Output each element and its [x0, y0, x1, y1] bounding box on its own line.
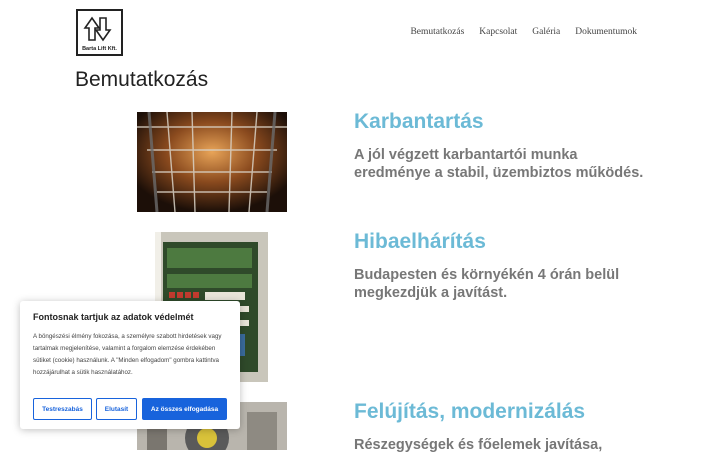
section-text-felujitas: Részegységek és főelemek javítása,: [354, 437, 603, 453]
company-logo[interactable]: Barta Lift Kft.: [76, 9, 123, 56]
section-title-karbantartas: Karbantartás: [354, 110, 484, 133]
nav-item-bemutatkozas[interactable]: Bemutatkozás: [410, 27, 464, 37]
elevator-shaft-photo: [137, 112, 287, 212]
section-text-hibaelharitas: Budapesten és környékén 4 órán belül meg…: [354, 267, 620, 301]
cookie-title: Fontosnak tartjuk az adatok védelmét: [33, 312, 194, 322]
nav-item-galeria[interactable]: Galéria: [532, 27, 560, 37]
customize-button[interactable]: Testreszabás: [33, 398, 92, 420]
cookie-consent-banner: Fontosnak tartjuk az adatok védelmét A b…: [20, 301, 240, 429]
section-title-hibaelharitas: Hibaelhárítás: [354, 230, 486, 253]
reject-button[interactable]: Elutasít: [96, 398, 137, 420]
accept-all-button[interactable]: Az összes elfogadása: [142, 398, 227, 420]
nav-item-kapcsolat[interactable]: Kapcsolat: [479, 27, 517, 37]
section-title-felujitas: Felújítás, modernizálás: [354, 400, 586, 423]
logo-text: Barta Lift Kft.: [82, 46, 117, 52]
section-text-karbantartas: A jól végzett karbantartói munka eredmén…: [354, 147, 644, 181]
cookie-description: A böngészési élmény fokozása, a személyr…: [33, 333, 222, 376]
main-nav: Bemutatkozás Kapcsolat Galéria Dokumentu…: [410, 27, 637, 37]
nav-item-dokumentumok[interactable]: Dokumentumok: [575, 27, 637, 37]
elevator-arrows-icon: [83, 16, 112, 42]
page-title: Bemutatkozás: [75, 68, 209, 91]
